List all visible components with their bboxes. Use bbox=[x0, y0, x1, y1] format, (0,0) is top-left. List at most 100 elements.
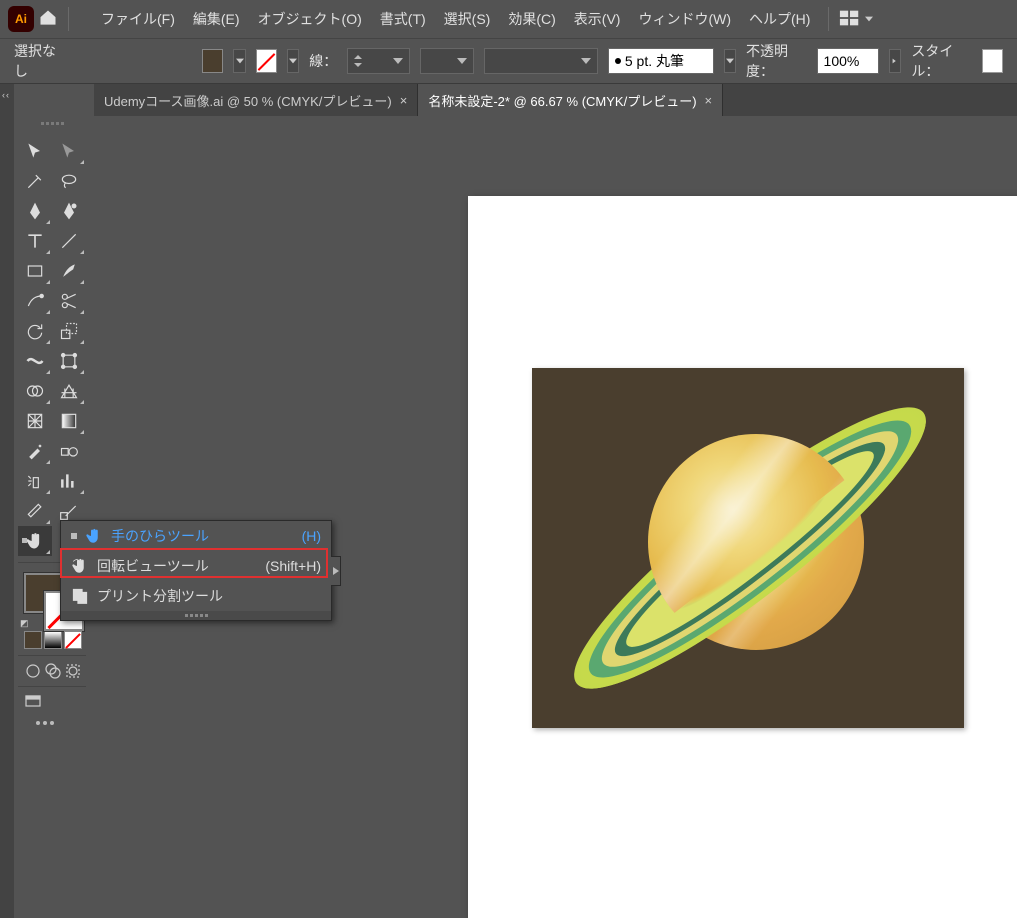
shape-builder-tool[interactable] bbox=[18, 376, 52, 406]
stroke-dropdown[interactable] bbox=[287, 49, 299, 73]
draw-inside-icon[interactable] bbox=[64, 662, 82, 680]
color-solid[interactable] bbox=[24, 631, 42, 649]
rotate-view-icon bbox=[71, 557, 89, 575]
paintbrush-tool[interactable] bbox=[52, 256, 86, 286]
curvature-tool[interactable] bbox=[52, 196, 86, 226]
brush-name: 5 pt. 丸筆 bbox=[625, 51, 684, 71]
symbol-sprayer-tool[interactable] bbox=[18, 466, 52, 496]
color-none[interactable] bbox=[64, 631, 82, 649]
scale-tool[interactable] bbox=[52, 316, 86, 346]
hand-tool[interactable] bbox=[18, 526, 52, 556]
style-swatch[interactable] bbox=[982, 49, 1003, 73]
line-tool[interactable] bbox=[52, 226, 86, 256]
magic-wand-tool[interactable] bbox=[18, 166, 52, 196]
menu-window[interactable]: ウィンドウ(W) bbox=[630, 5, 739, 33]
edit-toolbar-icon[interactable] bbox=[18, 721, 86, 725]
flyout-print-tiling-tool[interactable]: プリント分割ツール bbox=[61, 581, 331, 611]
selection-tool[interactable] bbox=[18, 136, 52, 166]
menu-type[interactable]: 書式(T) bbox=[372, 5, 434, 33]
default-colors-icon[interactable]: ◩ bbox=[20, 618, 29, 629]
lasso-tool[interactable] bbox=[52, 166, 86, 196]
menu-effect[interactable]: 効果(C) bbox=[500, 5, 563, 33]
brush-definition[interactable] bbox=[484, 48, 598, 74]
stroke-swatch[interactable] bbox=[256, 49, 277, 73]
divider bbox=[68, 7, 69, 31]
stroke-weight-field[interactable] bbox=[347, 48, 409, 74]
chevron-down-icon[interactable] bbox=[865, 16, 873, 22]
width-tool[interactable] bbox=[18, 346, 52, 376]
draw-normal-icon[interactable] bbox=[24, 662, 42, 680]
menu-bar: Ai ファイル(F) 編集(E) オブジェクト(O) 書式(T) 選択(S) 効… bbox=[0, 0, 1017, 38]
color-gradient[interactable] bbox=[44, 631, 62, 649]
var-width-profile[interactable] bbox=[420, 48, 474, 74]
menu-items: ファイル(F) 編集(E) オブジェクト(O) 書式(T) 選択(S) 効果(C… bbox=[93, 5, 818, 33]
blend-tool[interactable] bbox=[52, 436, 86, 466]
flyout-label: プリント分割ツール bbox=[97, 586, 223, 606]
free-transform-tool[interactable] bbox=[52, 346, 86, 376]
flyout-shortcut: (Shift+H) bbox=[265, 558, 321, 574]
tab-label: Udemyコース画像.ai @ 50 % (CMYK/プレビュー) bbox=[104, 91, 392, 110]
panel-grip[interactable] bbox=[18, 122, 86, 132]
rectangle-tool[interactable] bbox=[18, 256, 52, 286]
gradient-tool[interactable] bbox=[52, 406, 86, 436]
menu-file[interactable]: ファイル(F) bbox=[93, 5, 183, 33]
draw-mode-row bbox=[18, 662, 86, 680]
brush-dropdown[interactable] bbox=[724, 49, 736, 73]
perspective-grid-tool[interactable] bbox=[52, 376, 86, 406]
flyout-grip[interactable] bbox=[61, 611, 331, 620]
workspace-switcher[interactable] bbox=[839, 9, 861, 30]
tearoff-handle[interactable] bbox=[331, 556, 341, 586]
options-bar: 選択なし 線： 5 pt. 丸筆 不透明度： 100% スタイル： bbox=[0, 38, 1017, 84]
tab-document-1[interactable]: Udemyコース画像.ai @ 50 % (CMYK/プレビュー) × bbox=[94, 84, 418, 116]
tab-document-2[interactable]: 名称未設定-2* @ 66.67 % (CMYK/プレビュー) × bbox=[418, 84, 723, 116]
flyout-label: 回転ビューツール bbox=[97, 556, 209, 576]
fill-dropdown[interactable] bbox=[233, 49, 245, 73]
toolbox: ⇄ ◩ bbox=[14, 118, 90, 735]
style-label: スタイル： bbox=[911, 41, 972, 81]
eyedropper-tool[interactable] bbox=[18, 436, 52, 466]
opacity-value: 100% bbox=[824, 53, 860, 69]
slice-tool[interactable] bbox=[18, 496, 52, 526]
direct-selection-tool[interactable] bbox=[52, 136, 86, 166]
active-indicator bbox=[71, 533, 77, 539]
menu-edit[interactable]: 編集(E) bbox=[185, 5, 248, 33]
canvas-area[interactable] bbox=[94, 116, 1017, 918]
fill-swatch[interactable] bbox=[202, 49, 223, 73]
opacity-dropdown[interactable] bbox=[889, 49, 901, 73]
flyout-rotate-view-tool[interactable]: 回転ビューツール (Shift+H) bbox=[61, 551, 331, 581]
home-icon[interactable] bbox=[38, 8, 58, 31]
color-mode-row bbox=[18, 631, 86, 649]
flyout-shortcut: (H) bbox=[302, 528, 321, 544]
scissors-tool[interactable] bbox=[52, 286, 86, 316]
flyout-hand-tool[interactable]: 手のひらツール (H) bbox=[61, 521, 331, 551]
screen-mode-icon[interactable] bbox=[24, 693, 42, 711]
menu-view[interactable]: 表示(V) bbox=[566, 5, 629, 33]
stroke-label: 線： bbox=[309, 51, 337, 71]
column-graph-tool[interactable] bbox=[52, 466, 86, 496]
screen-mode-row bbox=[18, 693, 86, 711]
chevron-icon: ‹‹ bbox=[2, 90, 10, 100]
document-tabs: Udemyコース画像.ai @ 50 % (CMYK/プレビュー) × 名称未設… bbox=[94, 84, 1017, 116]
artwork-planet[interactable] bbox=[530, 326, 970, 766]
flyout-label: 手のひらツール bbox=[111, 526, 209, 546]
menu-select[interactable]: 選択(S) bbox=[436, 5, 499, 33]
close-icon[interactable]: × bbox=[400, 93, 408, 108]
type-tool[interactable] bbox=[18, 226, 52, 256]
draw-behind-icon[interactable] bbox=[44, 662, 62, 680]
hand-tool-flyout: 手のひらツール (H) 回転ビューツール (Shift+H) プリント分割ツール bbox=[60, 520, 332, 621]
mesh-tool[interactable] bbox=[18, 406, 52, 436]
menu-object[interactable]: オブジェクト(O) bbox=[250, 5, 370, 33]
opacity-field[interactable]: 100% bbox=[817, 48, 879, 74]
artboard[interactable] bbox=[468, 196, 1017, 918]
selection-status: 選択なし bbox=[14, 41, 62, 81]
brush-field[interactable]: 5 pt. 丸筆 bbox=[608, 48, 714, 74]
shaper-tool[interactable] bbox=[18, 286, 52, 316]
hand-icon bbox=[85, 527, 103, 545]
menu-help[interactable]: ヘルプ(H) bbox=[741, 5, 818, 33]
opacity-label: 不透明度： bbox=[746, 41, 807, 81]
close-icon[interactable]: × bbox=[705, 93, 713, 108]
rotate-tool[interactable] bbox=[18, 316, 52, 346]
panel-collapse-strip[interactable]: ‹‹ bbox=[0, 84, 14, 918]
divider bbox=[828, 7, 829, 31]
pen-tool[interactable] bbox=[18, 196, 52, 226]
